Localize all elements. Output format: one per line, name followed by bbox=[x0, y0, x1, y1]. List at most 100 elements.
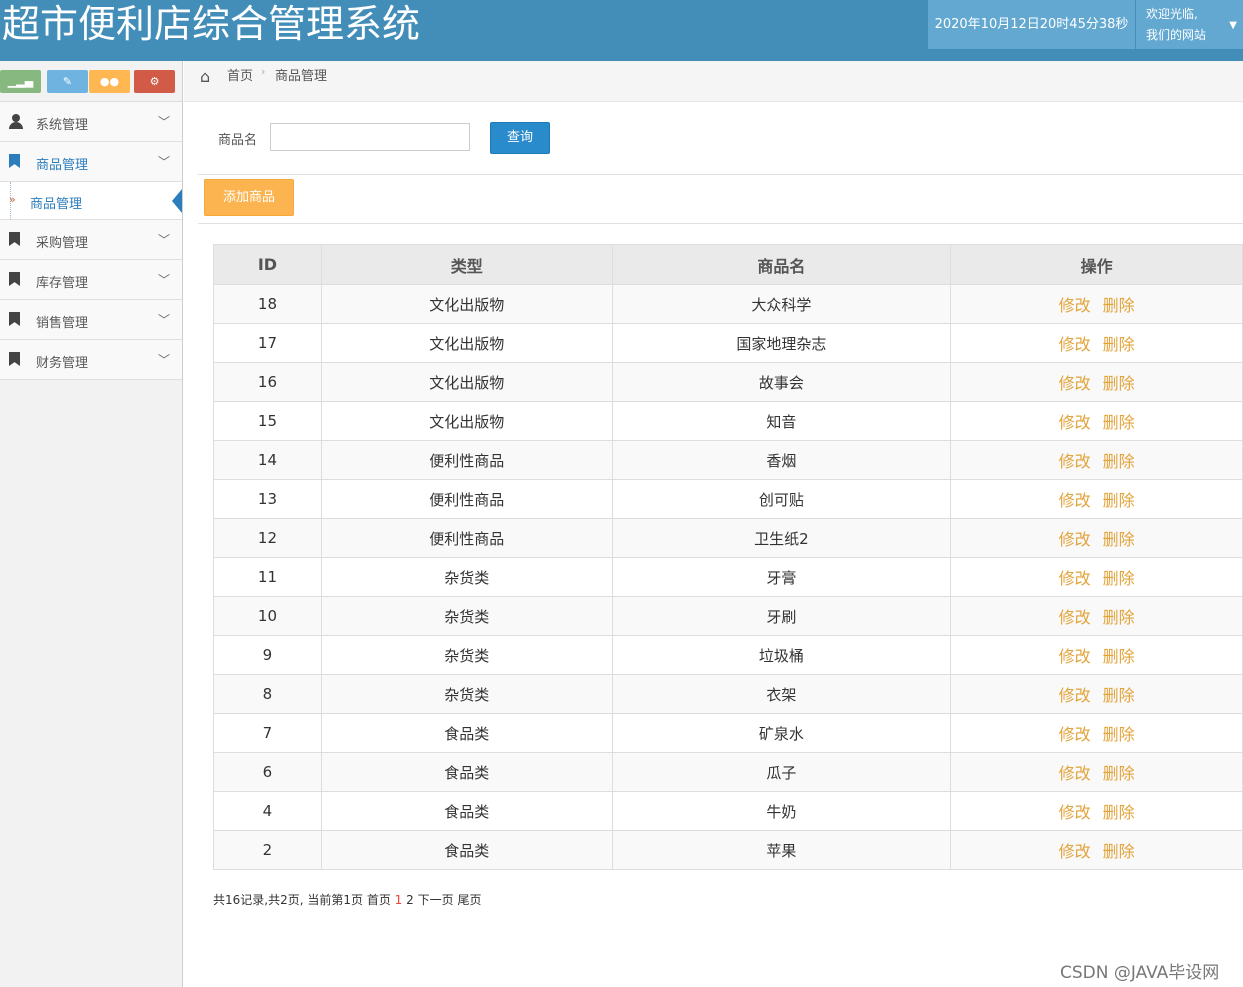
cell-actions: 修改 删除 bbox=[950, 557, 1243, 597]
edit-link[interactable]: 修改 bbox=[1059, 686, 1091, 705]
sidebar-item-label: 库存管理 bbox=[36, 276, 89, 291]
edit-link[interactable]: 修改 bbox=[1059, 491, 1091, 510]
cell-actions: 修改 删除 bbox=[950, 830, 1243, 870]
cell-name: 矿泉水 bbox=[611, 713, 952, 753]
product-name-input[interactable] bbox=[270, 123, 470, 151]
table-row: 18 文化出版物 大众科学 修改 删除 bbox=[213, 284, 1243, 324]
cell-name: 知音 bbox=[611, 401, 952, 441]
divider bbox=[198, 223, 1243, 224]
edit-link[interactable]: 修改 bbox=[1059, 647, 1091, 666]
sidebar-item-inventory[interactable]: 库存管理 ﹀ bbox=[0, 260, 182, 300]
pagination-summary: 共16记录,共2页, 当前第1页 bbox=[213, 893, 363, 907]
edit-link[interactable]: 修改 bbox=[1059, 296, 1091, 315]
edit-link[interactable]: 修改 bbox=[1059, 569, 1091, 588]
delete-link[interactable]: 删除 bbox=[1103, 335, 1135, 354]
cell-id: 11 bbox=[213, 557, 322, 597]
edit-link[interactable]: 修改 bbox=[1059, 530, 1091, 549]
add-product-button[interactable]: 添加商品 bbox=[204, 179, 294, 216]
bookmark-icon bbox=[9, 232, 22, 247]
delete-link[interactable]: 删除 bbox=[1103, 452, 1135, 471]
sidebar-item-finance[interactable]: 财务管理 ﹀ bbox=[0, 340, 182, 380]
cell-actions: 修改 删除 bbox=[950, 440, 1243, 480]
cogs-icon[interactable]: ⚙ bbox=[134, 70, 175, 93]
table-row: 10 杂货类 牙刷 修改 删除 bbox=[213, 596, 1243, 636]
app-title: 超市便利店综合管理系统 bbox=[2, 2, 421, 46]
cell-actions: 修改 删除 bbox=[950, 518, 1243, 558]
table-row: 16 文化出版物 故事会 修改 删除 bbox=[213, 362, 1243, 402]
cell-id: 13 bbox=[213, 479, 322, 519]
delete-link[interactable]: 删除 bbox=[1103, 413, 1135, 432]
edit-link[interactable]: 修改 bbox=[1059, 608, 1091, 627]
delete-link[interactable]: 删除 bbox=[1103, 374, 1135, 393]
table-body: 18 文化出版物 大众科学 修改 删除 17 文化出版物 国家地理杂志 修改 删除 16 文化出版物故… bbox=[213, 284, 1243, 870]
cell-type: 便利性商品 bbox=[320, 518, 613, 558]
delete-link[interactable]: 删除 bbox=[1103, 569, 1135, 588]
edit-link[interactable]: 修改 bbox=[1059, 374, 1091, 393]
table-row: 12 便利性商品 卫生纸2 修改 删除 bbox=[213, 518, 1243, 558]
home-icon[interactable]: ⌂ bbox=[200, 67, 210, 86]
delete-link[interactable]: 删除 bbox=[1103, 842, 1135, 861]
user-menu[interactable]: 欢迎光临, 我们的网站 ▼ bbox=[1136, 0, 1243, 49]
sidebar-subitem-product-management[interactable]: » 商品管理 bbox=[0, 182, 182, 220]
cell-name: 垃圾桶 bbox=[611, 635, 952, 675]
users-icon[interactable]: ●● bbox=[89, 70, 130, 93]
cell-id: 4 bbox=[213, 791, 322, 831]
cell-name: 衣架 bbox=[611, 674, 952, 714]
column-header-id: ID bbox=[213, 244, 322, 285]
cell-type: 食品类 bbox=[320, 713, 613, 753]
cell-name: 牙膏 bbox=[611, 557, 952, 597]
bookmark-icon bbox=[9, 312, 22, 327]
cell-name: 瓜子 bbox=[611, 752, 952, 792]
bookmark-icon bbox=[9, 352, 22, 367]
pencil-icon[interactable]: ✎ bbox=[47, 70, 88, 93]
sidebar-item-products[interactable]: 商品管理 ﹀ bbox=[0, 142, 182, 182]
signal-icon[interactable]: ▁▂▄ bbox=[0, 70, 41, 93]
cell-type: 杂货类 bbox=[320, 557, 613, 597]
delete-link[interactable]: 删除 bbox=[1103, 764, 1135, 783]
cell-id: 10 bbox=[213, 596, 322, 636]
cell-id: 2 bbox=[213, 830, 322, 870]
edit-link[interactable]: 修改 bbox=[1059, 452, 1091, 471]
cell-id: 15 bbox=[213, 401, 322, 441]
sidebar-item-purchasing[interactable]: 采购管理 ﹀ bbox=[0, 220, 182, 260]
edit-link[interactable]: 修改 bbox=[1059, 803, 1091, 822]
cell-name: 香烟 bbox=[611, 440, 952, 480]
cell-id: 18 bbox=[213, 284, 322, 324]
breadcrumb-home[interactable]: 首页 bbox=[227, 65, 253, 84]
table-row: 4 食品类 牛奶 修改 删除 bbox=[213, 791, 1243, 831]
table-row: 7 食品类 矿泉水 修改 删除 bbox=[213, 713, 1243, 753]
edit-link[interactable]: 修改 bbox=[1059, 413, 1091, 432]
breadcrumb-current: 商品管理 bbox=[275, 69, 328, 84]
edit-link[interactable]: 修改 bbox=[1059, 764, 1091, 783]
sidebar-item-label: 系统管理 bbox=[36, 118, 89, 133]
cell-actions: 修改 删除 bbox=[950, 791, 1243, 831]
sidebar-item-system[interactable]: 系统管理 ﹀ bbox=[0, 102, 182, 142]
pagination-page-1[interactable]: 1 bbox=[395, 893, 403, 907]
cell-type: 食品类 bbox=[320, 752, 613, 792]
pagination-page-2[interactable]: 2 bbox=[406, 893, 414, 907]
delete-link[interactable]: 删除 bbox=[1103, 647, 1135, 666]
delete-link[interactable]: 删除 bbox=[1103, 725, 1135, 744]
delete-link[interactable]: 删除 bbox=[1103, 686, 1135, 705]
delete-link[interactable]: 删除 bbox=[1103, 296, 1135, 315]
edit-link[interactable]: 修改 bbox=[1059, 842, 1091, 861]
cell-id: 14 bbox=[213, 440, 322, 480]
cell-name: 苹果 bbox=[611, 830, 952, 870]
pagination-last[interactable]: 尾页 bbox=[457, 893, 481, 907]
delete-link[interactable]: 删除 bbox=[1103, 608, 1135, 627]
delete-link[interactable]: 删除 bbox=[1103, 491, 1135, 510]
breadcrumb-separator-icon: › bbox=[261, 65, 266, 78]
cell-actions: 修改 删除 bbox=[950, 596, 1243, 636]
sidebar-item-sales[interactable]: 销售管理 ﹀ bbox=[0, 300, 182, 340]
cell-actions: 修改 删除 bbox=[950, 479, 1243, 519]
search-button[interactable]: 查询 bbox=[490, 122, 550, 154]
caret-down-icon: ▼ bbox=[1229, 20, 1237, 31]
delete-link[interactable]: 删除 bbox=[1103, 803, 1135, 822]
cell-name: 创可贴 bbox=[611, 479, 952, 519]
pagination-next[interactable]: 下一页 bbox=[418, 893, 454, 907]
edit-link[interactable]: 修改 bbox=[1059, 725, 1091, 744]
delete-link[interactable]: 删除 bbox=[1103, 530, 1135, 549]
pagination-first[interactable]: 首页 bbox=[367, 893, 391, 907]
cell-id: 7 bbox=[213, 713, 322, 753]
edit-link[interactable]: 修改 bbox=[1059, 335, 1091, 354]
